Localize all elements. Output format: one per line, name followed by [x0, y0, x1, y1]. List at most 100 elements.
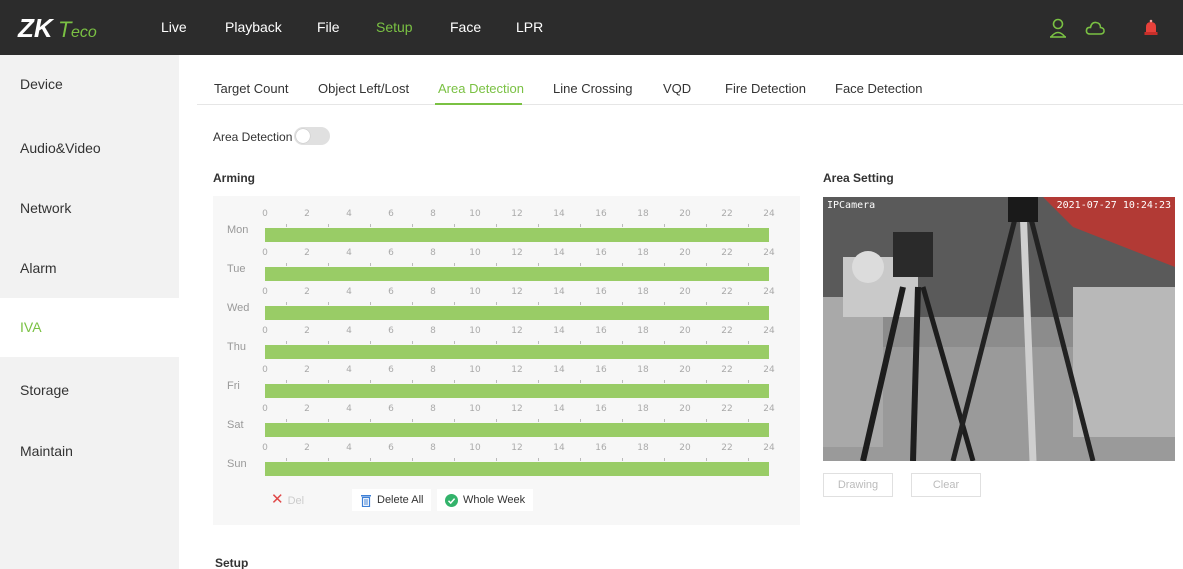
hour-tick-label: 4	[346, 443, 352, 453]
hour-tick-label: 6	[388, 209, 394, 219]
minor-tick	[706, 458, 707, 461]
minor-tick	[664, 341, 665, 344]
minor-tick	[748, 419, 749, 422]
hour-tick-label: 24	[763, 365, 775, 375]
sidebar-item-storage[interactable]: Storage	[0, 361, 179, 420]
nav-live[interactable]: Live	[161, 19, 187, 35]
sidebar-item-alarm[interactable]: Alarm	[0, 239, 179, 298]
sidebar-item-device[interactable]: Device	[0, 55, 179, 114]
hour-tick-label: 22	[721, 326, 733, 336]
sidebar: Device Audio&Video Network Alarm IVA Sto…	[0, 55, 179, 569]
arming-time-bar[interactable]	[265, 228, 769, 242]
arming-day-row: 0 2 4 6 8 10 12 14 16 18 20 22 24 Mon	[213, 206, 800, 245]
camera-preview[interactable]: IPCamera 2021-07-27 10:24:23	[823, 197, 1175, 461]
minor-tick	[454, 380, 455, 383]
minor-tick	[496, 419, 497, 422]
tab-vqd[interactable]: VQD	[663, 81, 691, 96]
arming-time-bar[interactable]	[265, 267, 769, 281]
nav-file[interactable]: File	[317, 19, 340, 35]
hour-tick-label: 22	[721, 287, 733, 297]
close-icon: ✕	[271, 491, 284, 508]
hour-tick-label: 24	[763, 404, 775, 414]
minor-tick	[370, 302, 371, 305]
tab-object-left-lost[interactable]: Object Left/Lost	[318, 81, 409, 96]
hour-tick-label: 10	[469, 287, 481, 297]
minor-tick	[328, 302, 329, 305]
minor-tick	[706, 302, 707, 305]
minor-tick	[370, 224, 371, 227]
clear-button[interactable]: Clear	[911, 473, 981, 497]
hour-tick-label: 14	[553, 365, 565, 375]
day-label: Tue	[227, 263, 246, 275]
cloud-icon[interactable]	[1084, 17, 1106, 39]
hour-tick-label: 14	[553, 326, 565, 336]
arming-time-bar[interactable]	[265, 345, 769, 359]
minor-tick	[412, 263, 413, 266]
minor-tick	[706, 341, 707, 344]
tab-face-detection[interactable]: Face Detection	[835, 81, 922, 96]
hour-tick-label: 2	[304, 443, 310, 453]
minor-tick	[622, 341, 623, 344]
hour-tick-label: 0	[262, 404, 268, 414]
hour-tick-label: 24	[763, 326, 775, 336]
whole-week-button[interactable]: Whole Week	[437, 489, 534, 511]
hour-tick-label: 22	[721, 365, 733, 375]
sidebar-item-maintain[interactable]: Maintain	[0, 422, 179, 481]
nav-setup[interactable]: Setup	[376, 19, 413, 35]
drawing-button[interactable]: Drawing	[823, 473, 893, 497]
minor-tick	[580, 380, 581, 383]
sidebar-item-network[interactable]: Network	[0, 179, 179, 238]
tab-target-count[interactable]: Target Count	[214, 81, 288, 96]
hour-tick-label: 24	[763, 248, 775, 258]
area-detection-label: Area Detection	[213, 130, 293, 144]
alarm-icon[interactable]	[1140, 17, 1162, 39]
sidebar-item-iva[interactable]: IVA	[0, 298, 179, 357]
tab-fire-detection[interactable]: Fire Detection	[725, 81, 806, 96]
minor-tick	[748, 263, 749, 266]
day-label: Thu	[227, 341, 246, 353]
minor-tick	[538, 380, 539, 383]
nav-playback[interactable]: Playback	[225, 19, 282, 35]
tab-line-crossing[interactable]: Line Crossing	[553, 81, 633, 96]
nav-face[interactable]: Face	[450, 19, 481, 35]
minor-tick	[412, 341, 413, 344]
day-label: Fri	[227, 380, 240, 392]
minor-tick	[496, 380, 497, 383]
minor-tick	[370, 458, 371, 461]
hour-tick-label: 16	[595, 248, 607, 258]
minor-tick	[328, 419, 329, 422]
minor-tick	[328, 224, 329, 227]
minor-tick	[454, 302, 455, 305]
hour-tick-label: 18	[637, 365, 649, 375]
hour-tick-label: 6	[388, 326, 394, 336]
sidebar-item-audio-video[interactable]: Audio&Video	[0, 119, 179, 178]
hour-tick-label: 0	[262, 365, 268, 375]
tab-area-detection[interactable]: Area Detection	[438, 81, 524, 96]
arming-day-row: 0 2 4 6 8 10 12 14 16 18 20 22 24 Tue	[213, 245, 800, 284]
minor-tick	[622, 458, 623, 461]
hour-tick-label: 0	[262, 248, 268, 258]
osd-timestamp: 2021-07-27 10:24:23	[1056, 200, 1171, 211]
hour-tick-label: 16	[595, 209, 607, 219]
hour-tick-label: 18	[637, 287, 649, 297]
area-detection-toggle[interactable]	[294, 127, 330, 145]
arming-time-bar[interactable]	[265, 306, 769, 320]
hour-tick-label: 6	[388, 443, 394, 453]
del-button[interactable]: ✕ Del	[263, 489, 312, 511]
delete-all-button[interactable]: Delete All	[352, 489, 432, 511]
hour-tick-label: 20	[679, 443, 691, 453]
arming-day-row: 0 2 4 6 8 10 12 14 16 18 20 22 24 Fri	[213, 362, 800, 401]
arming-time-bar[interactable]	[265, 462, 769, 476]
minor-tick	[538, 224, 539, 227]
hour-tick-label: 18	[637, 404, 649, 414]
minor-tick	[748, 224, 749, 227]
nav-lpr[interactable]: LPR	[516, 19, 543, 35]
hour-tick-label: 14	[553, 248, 565, 258]
arming-time-bar[interactable]	[265, 384, 769, 398]
hour-tick-label: 14	[553, 209, 565, 219]
hour-tick-label: 22	[721, 443, 733, 453]
arming-time-bar[interactable]	[265, 423, 769, 437]
whole-week-label: Whole Week	[463, 494, 526, 506]
hour-tick-label: 8	[430, 248, 436, 258]
user-icon[interactable]	[1047, 17, 1069, 39]
